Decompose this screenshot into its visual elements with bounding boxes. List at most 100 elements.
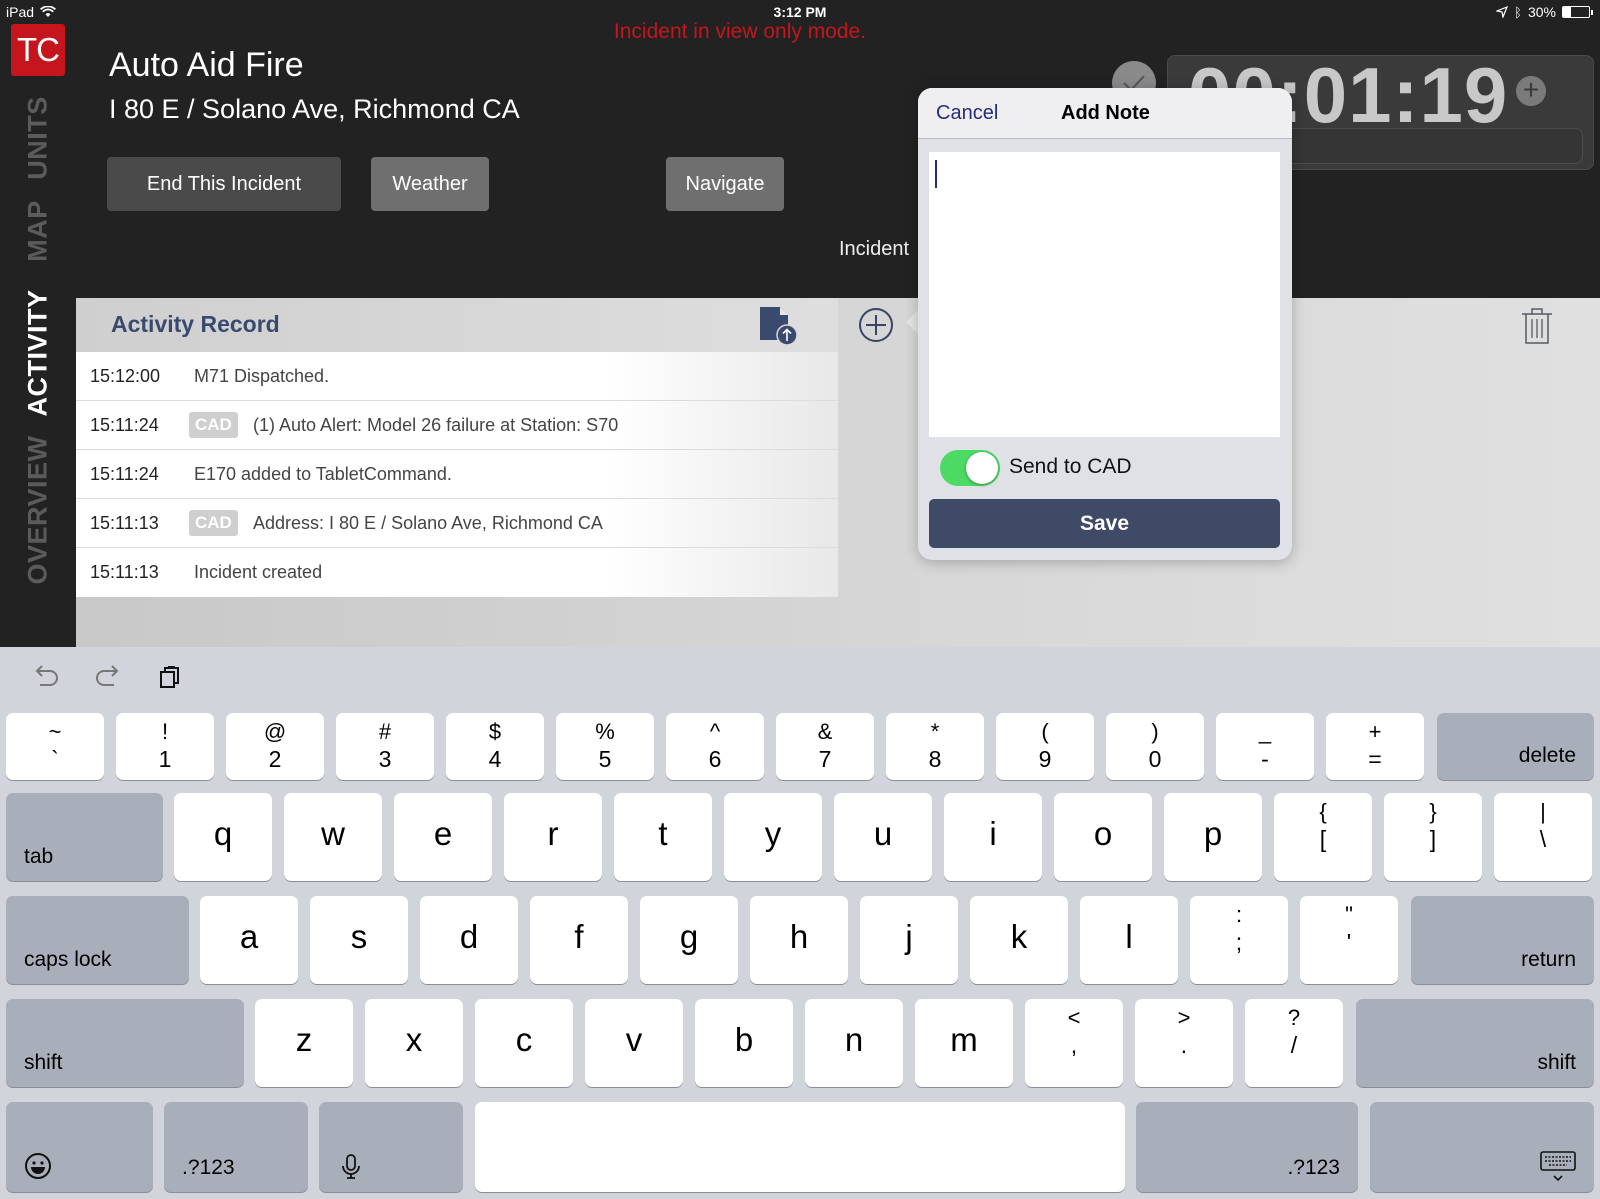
send-to-cad-label: Send to CAD	[1009, 455, 1132, 478]
key-letter[interactable]: t	[614, 793, 712, 881]
key-label: ,	[1070, 1032, 1078, 1058]
key-letter[interactable]: w	[284, 793, 382, 881]
hide-keyboard-key[interactable]	[1370, 1102, 1594, 1192]
key-row1[interactable]: & 7	[776, 713, 874, 780]
send-to-cad-toggle[interactable]	[940, 450, 1000, 486]
key-row1[interactable]: + =	[1326, 713, 1424, 780]
key-row1[interactable]: ! 1	[116, 713, 214, 780]
timer-add-button[interactable]: +	[1516, 76, 1546, 106]
key-letter[interactable]: c	[475, 999, 573, 1087]
trash-icon[interactable]	[1520, 306, 1554, 346]
nav-tab-overview[interactable]: OVERVIEW	[23, 435, 54, 584]
key-letter[interactable]: a	[200, 896, 298, 984]
paste-icon[interactable]	[154, 661, 186, 693]
key-symbol[interactable]: {[	[1274, 793, 1372, 881]
redo-icon[interactable]	[92, 661, 124, 693]
row-text: Incident created	[194, 562, 323, 582]
numbers-key-right[interactable]: .?123	[1136, 1102, 1358, 1192]
battery-icon	[1562, 6, 1593, 18]
key-row1[interactable]: ~ `	[6, 713, 104, 780]
key-row1[interactable]: (9	[996, 713, 1094, 780]
delete-key[interactable]: delete	[1437, 713, 1594, 780]
key-letter[interactable]: k	[970, 896, 1068, 984]
key-row1[interactable]: #3	[336, 713, 434, 780]
key-letter[interactable]: i	[944, 793, 1042, 881]
key-letter[interactable]: r	[504, 793, 602, 881]
key-letter[interactable]: m	[915, 999, 1013, 1087]
key-letter[interactable]: h	[750, 896, 848, 984]
key-label: 8	[928, 746, 942, 772]
tab-key[interactable]: tab	[6, 793, 163, 881]
key-letter[interactable]: q	[174, 793, 272, 881]
key-letter[interactable]: p	[1164, 793, 1262, 881]
note-input[interactable]	[929, 152, 1280, 437]
key-letter[interactable]: b	[695, 999, 793, 1087]
key-letter[interactable]: z	[255, 999, 353, 1087]
return-key[interactable]: return	[1411, 896, 1594, 984]
key-row1[interactable]: $4	[446, 713, 544, 780]
navigate-button[interactable]: Navigate	[666, 157, 784, 211]
key-symbol[interactable]: <,	[1025, 999, 1123, 1087]
save-button[interactable]: Save	[929, 499, 1280, 548]
key-row1[interactable]: % 5	[556, 713, 654, 780]
activity-row[interactable]: 15:12:00 M71 Dispatched.	[76, 352, 838, 401]
add-note-icon[interactable]	[857, 306, 895, 344]
key-row1[interactable]: _ -	[1216, 713, 1314, 780]
key-letter[interactable]: e	[394, 793, 492, 881]
app-logo[interactable]: TC	[11, 24, 65, 76]
key-letter[interactable]: j	[860, 896, 958, 984]
key-letter[interactable]: d	[420, 896, 518, 984]
key-symbol[interactable]: | \	[1494, 793, 1592, 881]
shift-key-left[interactable]: shift	[6, 999, 244, 1087]
dictation-key[interactable]	[319, 1102, 463, 1192]
end-incident-button[interactable]: End This Incident	[107, 157, 341, 211]
key-shift-label: }	[1429, 799, 1437, 824]
key-letter[interactable]: g	[640, 896, 738, 984]
key-letter[interactable]: u	[834, 793, 932, 881]
space-bar[interactable]	[475, 1102, 1125, 1192]
key-letter[interactable]: n	[805, 999, 903, 1087]
emoji-key[interactable]	[6, 1102, 153, 1192]
activity-row[interactable]: 15:11:24 CAD (1) Auto Alert: Model 26 fa…	[76, 401, 838, 450]
key-symbol[interactable]: >.	[1135, 999, 1233, 1087]
popover-title: Add Note	[1061, 102, 1150, 124]
key-label: -	[1261, 746, 1269, 772]
undo-icon[interactable]	[30, 661, 62, 693]
battery-percent: 30%	[1527, 4, 1556, 20]
export-document-icon[interactable]	[758, 306, 798, 346]
activity-row[interactable]: 15:11:13 Incident created	[76, 548, 838, 597]
key-row1[interactable]: * 8	[886, 713, 984, 780]
key-letter[interactable]: f	[530, 896, 628, 984]
activity-row[interactable]: 15:11:13 CAD Address: I 80 E / Solano Av…	[76, 499, 838, 548]
key-letter[interactable]: v	[585, 999, 683, 1087]
activity-row[interactable]: 15:11:24 E170 added to TabletCommand.	[76, 450, 838, 499]
key-letter[interactable]: y	[724, 793, 822, 881]
key-symbol[interactable]: ? /	[1245, 999, 1343, 1087]
key-letter[interactable]: x	[365, 999, 463, 1087]
key-label: k	[1010, 918, 1028, 955]
key-label: z	[295, 1021, 313, 1058]
key-shift-label: ~	[48, 719, 62, 744]
caps-lock-key[interactable]: caps lock	[6, 896, 189, 984]
screen: iPad 3:12 PM ᛒ 30% Incident in view only…	[0, 0, 1600, 1199]
key-letter[interactable]: o	[1054, 793, 1152, 881]
cancel-button[interactable]: Cancel	[936, 102, 998, 125]
key-label: .?123	[1287, 1156, 1340, 1179]
weather-button[interactable]: Weather	[371, 157, 489, 211]
key-shift-label: $	[488, 719, 502, 744]
key-label: 1	[158, 746, 172, 772]
key-row1[interactable]: ) 0	[1106, 713, 1204, 780]
nav-tab-map[interactable]: MAP	[23, 200, 54, 262]
key-letter[interactable]: s	[310, 896, 408, 984]
shift-key-right[interactable]: shift	[1356, 999, 1594, 1087]
key-symbol[interactable]: }]	[1384, 793, 1482, 881]
key-letter[interactable]: l	[1080, 896, 1178, 984]
nav-tab-activity[interactable]: ACTIVITY	[23, 289, 54, 416]
key-row1[interactable]: ^ 6	[666, 713, 764, 780]
key-row1[interactable]: @2	[226, 713, 324, 780]
key-label: caps lock	[24, 948, 112, 971]
numbers-key-left[interactable]: .?123	[164, 1102, 308, 1192]
key-symbol[interactable]: " '	[1300, 896, 1398, 984]
key-symbol[interactable]: :;	[1190, 896, 1288, 984]
nav-tab-units[interactable]: UNITS	[23, 96, 54, 180]
